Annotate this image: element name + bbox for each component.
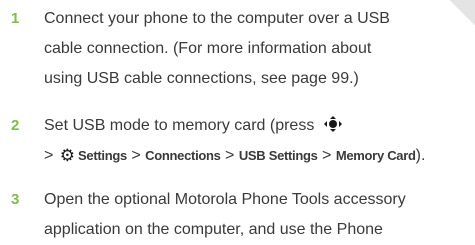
step-line: Connect your phone to the computer over … (44, 10, 390, 27)
menu-separator: > (317, 147, 336, 164)
step-line: application on the computer, and use the… (44, 221, 383, 238)
step-number: 1 (11, 10, 20, 27)
step-text: Set USB mode to memory card (press > ⚙ Se… (44, 111, 475, 171)
menu-item-connections: Connections (145, 148, 221, 163)
settings-gear-icon: ⚙ (59, 146, 76, 165)
nav-key-icon (323, 116, 343, 132)
menu-separator: > (126, 147, 146, 164)
step-line: Set USB mode to memory card (press (44, 111, 475, 141)
step-number: 2 (11, 117, 20, 134)
step-line: Open the optional Motorola Phone Tools a… (44, 191, 406, 208)
step-line: cable connection. (For more information … (44, 40, 372, 57)
menu-item-memory-card: Memory Card (335, 148, 416, 163)
menu-item-settings: Settings (78, 148, 127, 163)
menu-separator: > (220, 147, 239, 164)
step-text: Connect your phone to the computer over … (44, 4, 475, 94)
menu-item-usb-settings: USB Settings (238, 148, 318, 163)
menu-path-suffix: ). (415, 147, 426, 164)
step-number: 3 (11, 191, 20, 208)
step-line: using USB cable connections, see page 99… (44, 70, 359, 87)
menu-path-line: > ⚙ Settings > Connections > USB Settings… (44, 141, 475, 171)
step-text: Open the optional Motorola Phone Tools a… (44, 185, 475, 245)
step-line-text: Set USB mode to memory card (press (44, 117, 315, 134)
menu-path-prefix: > (44, 147, 58, 164)
